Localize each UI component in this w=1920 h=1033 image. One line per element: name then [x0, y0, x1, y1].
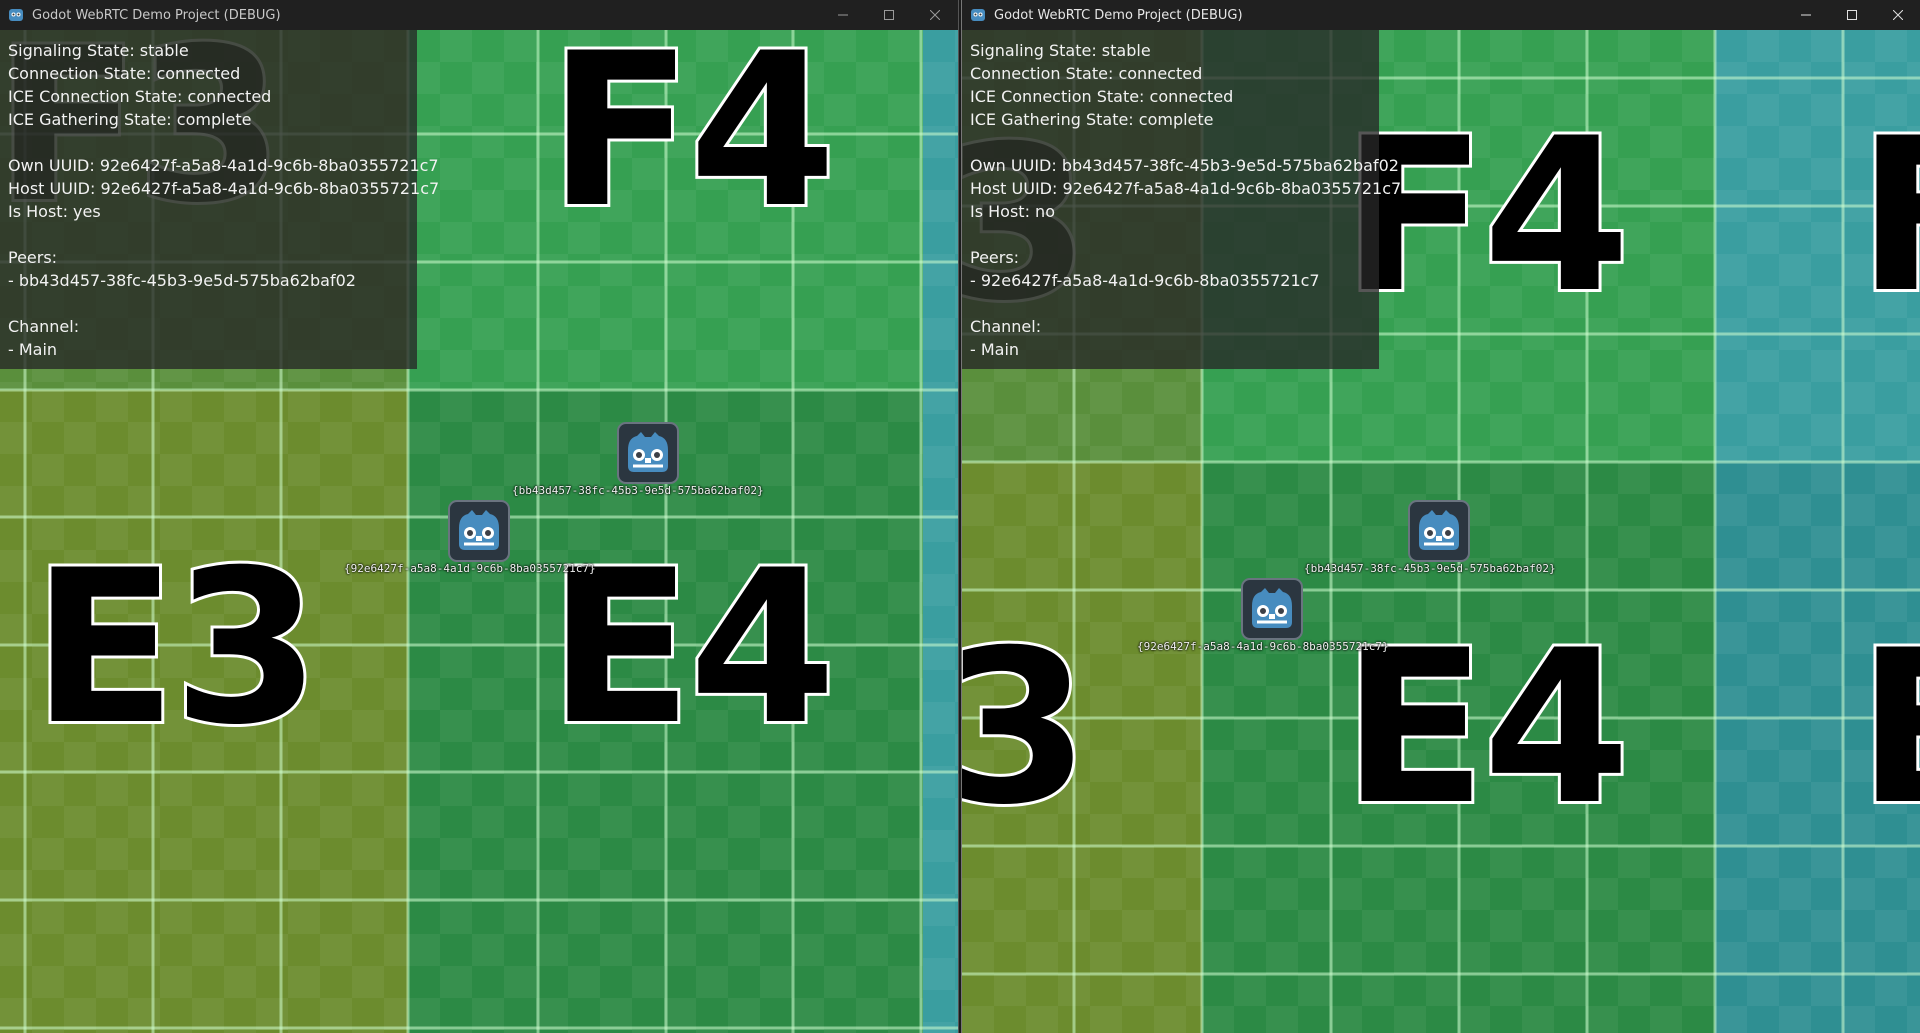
godot-player-icon[interactable]: [1408, 500, 1470, 562]
peer-entry: - 92e6427f-a5a8-4a1d-9c6b-8ba0355721c7: [970, 271, 1320, 290]
signaling-state: Signaling State: stable: [8, 41, 189, 60]
tile-label-e3: E3: [29, 524, 323, 771]
player-tag-peer: {92e6427f-a5a8-4a1d-9c6b-8ba0355721c7}: [1137, 640, 1389, 653]
channel-entry: - Main: [970, 340, 1020, 359]
peer-entry: - bb43d457-38fc-45b3-9e5d-575ba62baf02: [8, 271, 356, 290]
channel-header: Channel:: [970, 317, 1042, 336]
ice-gathering-state: ICE Gathering State: complete: [970, 110, 1214, 129]
close-button[interactable]: [912, 0, 958, 30]
ice-connection-state: ICE Connection State: connected: [970, 87, 1234, 106]
tile-label-f5: F: [1854, 107, 1920, 325]
godot-player-icon[interactable]: [1241, 578, 1303, 640]
peers-header: Peers:: [970, 248, 1020, 267]
tile-label-f4: F4: [1339, 92, 1633, 339]
is-host: Is Host: yes: [8, 202, 101, 221]
own-uuid: Own UUID: bb43d457-38fc-45b3-9e5d-575ba6…: [970, 156, 1399, 175]
player-tag-peer: {bb43d457-38fc-45b3-9e5d-575ba62baf02}: [512, 484, 764, 497]
host-uuid: Host UUID: 92e6427f-a5a8-4a1d-9c6b-8ba03…: [970, 179, 1402, 198]
minimize-icon: [838, 14, 848, 16]
minimize-button[interactable]: [1783, 0, 1829, 30]
godot-app-icon: [9, 9, 23, 21]
maximize-icon: [884, 10, 894, 20]
minimize-icon: [1801, 14, 1811, 16]
window-titlebar[interactable]: Godot WebRTC Demo Project (DEBUG): [0, 0, 958, 30]
connection-state: Connection State: connected: [970, 64, 1203, 83]
ice-connection-state: ICE Connection State: connected: [8, 87, 272, 106]
godot-player-icon[interactable]: [617, 422, 679, 484]
connection-info-panel: Signaling State: stable Connection State…: [0, 30, 440, 369]
tile-label-e3: 3: [962, 619, 1092, 837]
window-title: Godot WebRTC Demo Project (DEBUG): [32, 7, 281, 23]
peers-header: Peers:: [8, 248, 58, 267]
game-window-host[interactable]: Godot WebRTC Demo Project (DEBUG) F4 E3 …: [0, 0, 959, 1033]
minimize-button[interactable]: [820, 0, 866, 30]
game-window-client[interactable]: Godot WebRTC Demo Project (DEBUG) F4 E4 …: [961, 0, 1920, 1033]
own-uuid: Own UUID: 92e6427f-a5a8-4a1d-9c6b-8ba035…: [8, 156, 439, 175]
godot-player-icon[interactable]: [448, 500, 510, 562]
godot-app-icon: [971, 9, 985, 21]
tile-label-e4: E4: [1339, 604, 1633, 851]
player-tag-self: {bb43d457-38fc-45b3-9e5d-575ba62baf02}: [1304, 562, 1556, 575]
maximize-icon: [1847, 10, 1857, 20]
signaling-state: Signaling State: stable: [970, 41, 1151, 60]
window-titlebar[interactable]: Godot WebRTC Demo Project (DEBUG): [962, 0, 1920, 30]
tile-label-f4: F4: [545, 30, 839, 254]
maximize-button[interactable]: [866, 0, 912, 30]
close-icon: [1893, 10, 1903, 20]
channel-entry: - Main: [8, 340, 58, 359]
is-host: Is Host: no: [970, 202, 1055, 221]
connection-state: Connection State: connected: [8, 64, 241, 83]
host-uuid: Host UUID: 92e6427f-a5a8-4a1d-9c6b-8ba03…: [8, 179, 440, 198]
close-button[interactable]: [1875, 0, 1920, 30]
close-icon: [930, 10, 940, 20]
tile-label-e5: E: [1854, 619, 1920, 837]
window-title: Godot WebRTC Demo Project (DEBUG): [994, 7, 1243, 23]
ice-gathering-state: ICE Gathering State: complete: [8, 110, 252, 129]
channel-header: Channel:: [8, 317, 80, 336]
maximize-button[interactable]: [1829, 0, 1875, 30]
player-tag-self: {92e6427f-a5a8-4a1d-9c6b-8ba0355721c7}: [344, 562, 596, 575]
connection-info-panel: Signaling State: stable Connection State…: [962, 30, 1402, 369]
